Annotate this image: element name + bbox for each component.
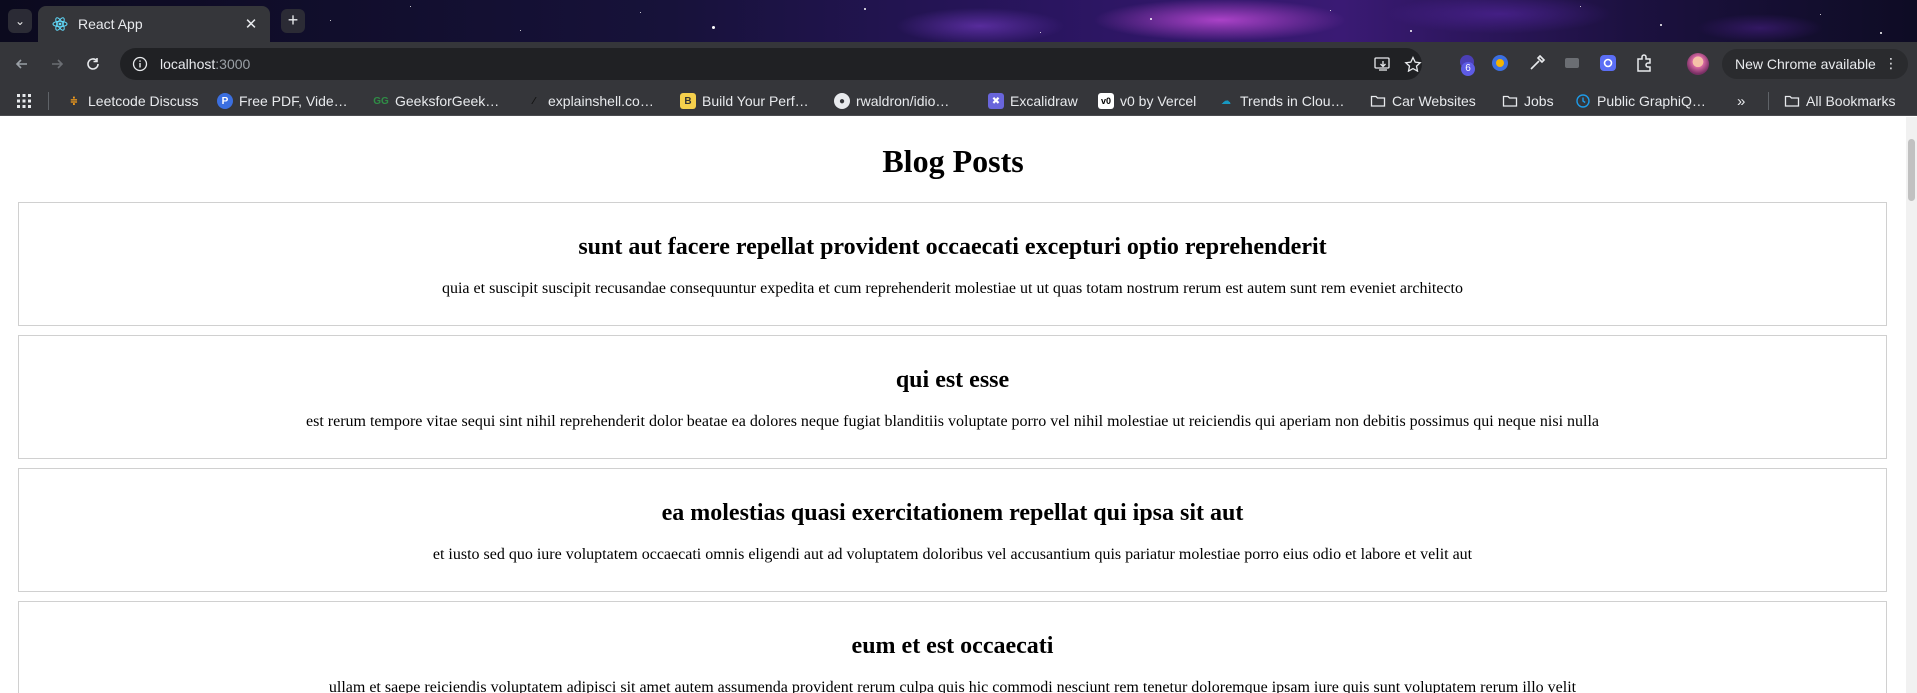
graphiql-icon <box>1576 94 1590 108</box>
post-title: eum et est occaecati <box>851 633 1054 659</box>
salesforce-icon: ☁ <box>1221 95 1231 107</box>
bookmark-explainshell[interactable]: ⁄ explainshell.co… <box>526 91 654 111</box>
page-scrollbar[interactable] <box>1906 117 1917 693</box>
eyedropper-icon[interactable] <box>1527 53 1547 73</box>
bookmark-public-graphiql[interactable]: Public GraphiQ… <box>1575 91 1706 111</box>
reload-button[interactable] <box>81 52 105 76</box>
bookmark-v0[interactable]: v0 v0 by Vercel <box>1098 91 1196 111</box>
back-button[interactable] <box>10 52 34 76</box>
bookmark-label: GeeksforGeek… <box>395 93 500 109</box>
plus-icon: + <box>287 10 299 30</box>
post-card: ea molestias quasi exercitationem repell… <box>18 468 1887 592</box>
extension-globe-icon[interactable] <box>1490 53 1510 73</box>
bookmark-star-icon[interactable] <box>1404 56 1422 72</box>
scrollbar-thumb[interactable] <box>1908 139 1915 201</box>
url-port: :3000 <box>215 56 251 72</box>
site-info-icon[interactable] <box>132 56 148 72</box>
tab-react-app[interactable]: React App ✕ <box>38 6 270 42</box>
geeksforgeeks-icon: GG <box>373 95 389 107</box>
extension-badge: 6 <box>1461 62 1475 76</box>
bookmark-build-your-perf[interactable]: B Build Your Perf… <box>680 91 809 111</box>
extension-window-icon[interactable] <box>1562 53 1582 73</box>
bookmark-label: Public GraphiQ… <box>1597 93 1706 109</box>
post-body: quia et suscipit suscipit recusandae con… <box>441 280 1463 297</box>
extensions-puzzle-icon[interactable] <box>1634 53 1654 73</box>
bookmark-label: rwaldron/idio… <box>856 93 950 109</box>
folder-icon <box>1784 95 1800 107</box>
arrow-left-icon <box>15 59 27 69</box>
github-icon: ● <box>834 93 850 109</box>
bookmarks-divider <box>48 92 49 110</box>
bookmark-label: v0 by Vercel <box>1120 93 1197 109</box>
post-body: et iusto sed quo iure voluptatem occaeca… <box>432 546 1473 563</box>
reload-icon <box>87 58 99 70</box>
post-card: sunt aut facere repellat provident occae… <box>18 202 1887 326</box>
bookmark-trends-in-cloud[interactable]: ☁ Trends in Clou… <box>1218 91 1345 111</box>
folder-icon <box>1502 95 1518 107</box>
forward-button[interactable] <box>45 52 69 76</box>
all-bookmarks-label: All Bookmarks <box>1806 93 1896 109</box>
bookmarks-divider <box>1768 92 1769 110</box>
arrow-right-icon <box>52 59 64 69</box>
page-viewport: Blog Posts sunt aut facere repellat prov… <box>0 117 1906 693</box>
address-bar[interactable]: localhost:3000 <box>120 48 1422 80</box>
bookmark-folder-jobs[interactable]: Jobs <box>1502 91 1554 111</box>
chrome-update-button[interactable]: New Chrome available ⋮ <box>1722 49 1908 79</box>
bookmark-label: Trends in Clou… <box>1240 93 1345 109</box>
post-card: qui est esse est rerum tempore vitae seq… <box>18 335 1887 459</box>
extension-gear-icon[interactable] <box>1598 53 1618 73</box>
bookmark-free-pdf[interactable]: P Free PDF, Vide… <box>217 91 348 111</box>
bookmark-label: Free PDF, Vide… <box>239 93 348 109</box>
more-bookmarks-button[interactable]: » <box>1737 91 1745 111</box>
all-bookmarks-button[interactable]: All Bookmarks <box>1784 91 1895 111</box>
bookmark-rwaldron[interactable]: ● rwaldron/idio… <box>834 91 949 111</box>
more-menu-icon[interactable]: ⋮ <box>1884 55 1898 72</box>
update-label: New Chrome available <box>1735 56 1876 72</box>
bookmark-label: Jobs <box>1524 93 1554 109</box>
bookmark-label: Car Websites <box>1392 93 1476 109</box>
tab-title: React App <box>78 16 143 32</box>
apps-grid-icon <box>17 94 31 108</box>
bookmark-label: Excalidraw <box>1010 93 1078 109</box>
react-icon <box>52 17 68 31</box>
post-title: qui est esse <box>895 367 1010 393</box>
post-body: ullam et saepe reiciendis voluptatem adi… <box>328 679 1577 693</box>
bookmark-leetcode[interactable]: ≑ Leetcode Discuss <box>66 91 199 111</box>
leetcode-icon: ≑ <box>69 95 79 107</box>
bookmark-folder-car-websites[interactable]: Car Websites <box>1370 91 1476 111</box>
post-card: eum et est occaecati ullam et saepe reic… <box>18 601 1887 693</box>
bookmark-geeksforgeeks[interactable]: GG GeeksforGeek… <box>373 91 499 111</box>
pdf-site-icon: P <box>217 93 233 109</box>
profile-avatar[interactable] <box>1687 53 1709 75</box>
bookmark-excalidraw[interactable]: ✖ Excalidraw <box>988 91 1078 111</box>
close-icon[interactable]: ✕ <box>242 15 260 33</box>
explainshell-icon: ⁄ <box>533 95 535 107</box>
bookmarks-bar: ≑ Leetcode Discuss P Free PDF, Vide… GG … <box>0 86 1917 116</box>
v0-icon: v0 <box>1098 93 1114 109</box>
chevron-down-icon: ⌄ <box>14 14 26 28</box>
new-tab-button[interactable]: + <box>281 9 305 33</box>
apps-button[interactable] <box>16 91 32 111</box>
excalidraw-icon: ✖ <box>988 93 1004 109</box>
bookmark-label: explainshell.co… <box>548 93 654 109</box>
tab-search-button[interactable]: ⌄ <box>8 9 32 33</box>
install-app-icon[interactable] <box>1374 56 1392 72</box>
post-body: est rerum tempore vitae sequi sint nihil… <box>306 413 1599 430</box>
build-site-icon: B <box>680 93 696 109</box>
post-title: ea molestias quasi exercitationem repell… <box>661 500 1244 526</box>
browser-toolbar: localhost:3000 <box>0 42 1917 86</box>
double-chevron-right-icon: » <box>1737 92 1746 110</box>
bookmark-label: Leetcode Discuss <box>88 93 199 109</box>
url-host: localhost <box>160 56 216 72</box>
folder-icon <box>1370 95 1386 107</box>
bookmark-label: Build Your Perf… <box>702 93 809 109</box>
tab-strip: ⌄ React App ✕ + <box>0 0 1917 42</box>
post-title: sunt aut facere repellat provident occae… <box>578 234 1327 260</box>
page-title: Blog Posts <box>882 143 1024 179</box>
